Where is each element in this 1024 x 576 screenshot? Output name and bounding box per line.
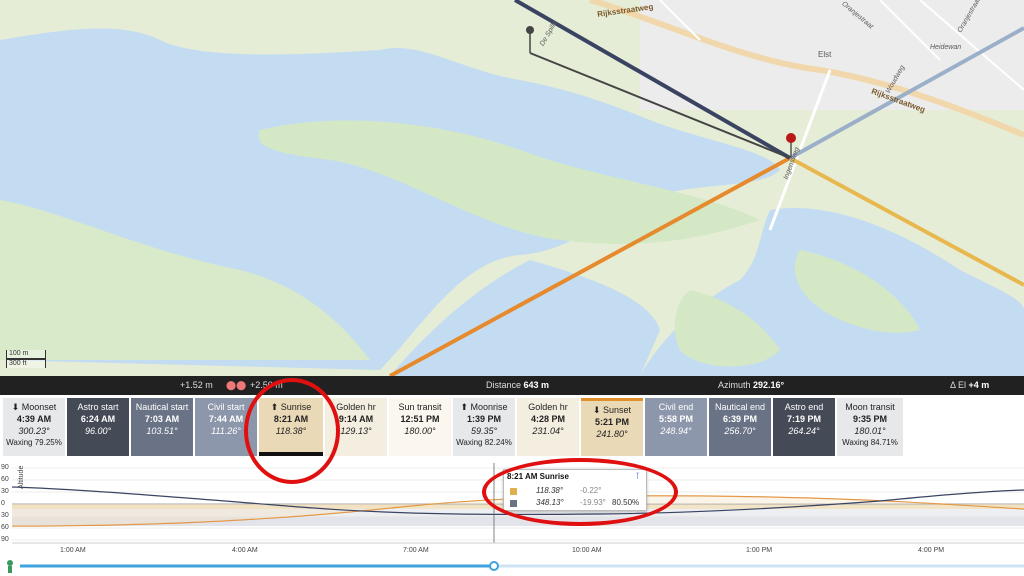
sun-azimuth: 118.38° — [536, 486, 564, 495]
tooltip-title: 8:21 AM Sunrise — [507, 472, 569, 481]
sun-swatch — [510, 488, 517, 495]
moon-swatch — [510, 500, 517, 507]
y-tick: 0 — [1, 500, 5, 507]
y-tick: 60 — [1, 476, 9, 483]
azimuth-label: Azimuth — [718, 380, 751, 390]
elevation-value: +4 m — [968, 380, 990, 390]
map-canvas[interactable] — [0, 0, 1024, 376]
event-nautical-start[interactable]: Nautical start 7:03 AM 103.51° — [131, 398, 193, 456]
moon-illumination: 80.50% — [612, 498, 640, 507]
street-label: Heidewan — [930, 44, 962, 51]
event-moon-transit[interactable]: Moon transit 9:35 PM 180.01° Waxing 84.71% — [837, 398, 903, 456]
x-tick: 4:00 PM — [918, 547, 945, 554]
elevation-label: Δ El — [950, 380, 967, 390]
y-axis-title: Altitude — [18, 465, 25, 489]
app-root: Rijksstraatweg Rijksstraatweg Oranjestra… — [0, 0, 1024, 576]
map-view[interactable]: Rijksstraatweg Rijksstraatweg Oranjestra… — [0, 0, 1024, 376]
height-1: +1.52 m — [180, 380, 213, 390]
azimuth-value: 292.16° — [753, 380, 785, 390]
scale-feet: 300 ft — [6, 359, 46, 368]
info-bar: +1.52 m ⬤⬤ +2.50 m Distance 643 m Azimut… — [0, 376, 1024, 395]
height-2: +2.50 m — [250, 380, 283, 390]
event-civil-end[interactable]: Civil end 5:58 PM 248.94° — [645, 398, 707, 456]
moon-altitude: -19.93° — [580, 498, 606, 507]
x-tick: 4:00 AM — [232, 547, 258, 554]
graph-tooltip: 8:21 AM Sunrise ⊺ 118.38° -0.22° 348.13°… — [503, 469, 647, 511]
event-astro-start[interactable]: Astro start 6:24 AM 96.00° — [67, 398, 129, 456]
tooltip-sun-row: 118.38° -0.22° — [510, 486, 644, 496]
distance-label: Distance — [486, 380, 522, 390]
event-sunrise[interactable]: ⬆ Sunrise 8:21 AM 118.38° — [259, 398, 323, 456]
pins-icon[interactable]: ⬤⬤ — [226, 380, 246, 391]
y-tick: 30 — [1, 512, 9, 519]
y-tick: 90 — [1, 536, 9, 543]
tooltip-moon-row: 348.13° -19.93° 80.50% — [510, 498, 644, 508]
x-tick: 1:00 PM — [746, 547, 773, 554]
event-golden-hour-am[interactable]: Golden hr 9:14 AM 129.13° — [325, 398, 387, 456]
y-tick: 30 — [1, 488, 9, 495]
events-strip: ⬇ Moonset 4:39 AM 300.23° Waxing 79.25% Ast… — [0, 395, 1024, 463]
event-moonrise[interactable]: ⬆ Moonrise 1:39 PM 59.35° Waxing 82.24% — [453, 398, 515, 456]
event-nautical-end[interactable]: Nautical end 6:39 PM 256.70° — [709, 398, 771, 456]
scale-meters: 100 m — [6, 350, 46, 359]
place-label: Elst — [818, 50, 832, 59]
map-scale: 100 m 300 ft — [6, 350, 46, 368]
y-tick: 60 — [1, 524, 9, 531]
event-astro-end[interactable]: Astro end 7:19 PM 264.24° — [773, 398, 835, 456]
x-tick: 7:00 AM — [403, 547, 429, 554]
event-sun-transit[interactable]: Sun transit 12:51 PM 180.00° — [389, 398, 451, 456]
x-tick: 10:00 AM — [572, 547, 602, 554]
event-moonset[interactable]: ⬇ Moonset 4:39 AM 300.23° Waxing 79.25% — [3, 398, 65, 456]
x-tick: 1:00 AM — [60, 547, 86, 554]
pin-icon[interactable]: ⊺ — [635, 471, 640, 482]
event-civil-start[interactable]: Civil start 7:44 AM 111.26° — [195, 398, 257, 456]
moon-azimuth: 348.13° — [536, 498, 564, 507]
sun-altitude: -0.22° — [580, 486, 602, 495]
event-sunset[interactable]: ⬇ Sunset 5:21 PM 241.80° — [581, 398, 643, 456]
y-tick: 90 — [1, 464, 9, 471]
distance-value: 643 m — [523, 380, 550, 390]
event-golden-hour-pm[interactable]: Golden hr 4:28 PM 231.04° — [517, 398, 579, 456]
